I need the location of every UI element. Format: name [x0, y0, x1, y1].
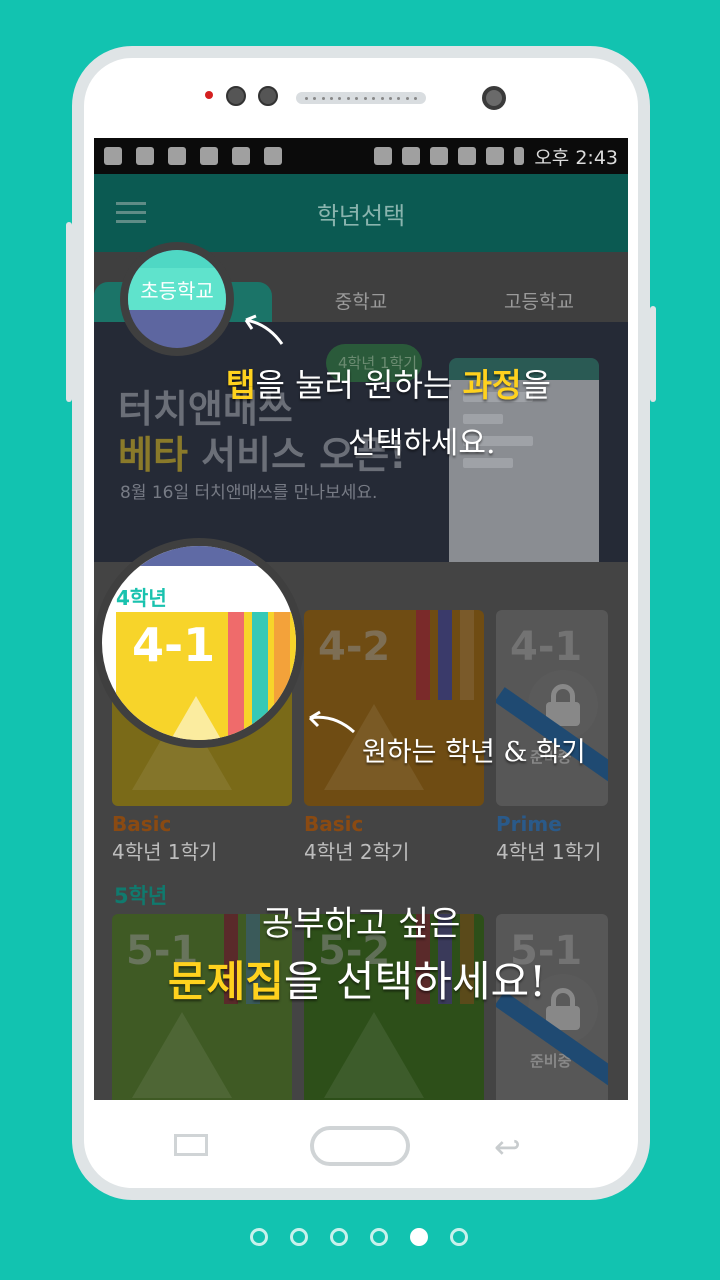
phone-power-button: [650, 306, 656, 402]
arrow-to-book-icon: [308, 710, 356, 734]
play-store-icon: [264, 147, 282, 165]
tab-high[interactable]: 고등학교: [450, 282, 628, 322]
android-debug-icon: [200, 147, 218, 165]
page-title: 학년선택: [316, 201, 406, 230]
banner-subtitle: 8월 16일 터치앤매쓰를 만나보세요.: [120, 483, 378, 503]
front-camera: [482, 86, 506, 110]
clipboard-check-icon: [232, 147, 250, 165]
status-bar: 오후 2:43: [94, 138, 628, 174]
page-dot-2[interactable]: [290, 1228, 308, 1246]
tab-middle[interactable]: 중학교: [272, 282, 450, 322]
sensor-right: [258, 86, 278, 106]
book-caption-4-2-basic: Basic 4학년 2학기: [304, 812, 410, 864]
tip-tab-caption-line2: 선택하세요.: [348, 426, 496, 461]
recent-apps-icon[interactable]: [174, 1134, 208, 1156]
book-4-1-prime[interactable]: 4-1 준비중: [496, 610, 608, 806]
page-dot-1[interactable]: [250, 1228, 268, 1246]
led-indicator: [205, 91, 213, 99]
sensor-left: [226, 86, 246, 106]
wifi-off-icon: [430, 147, 449, 165]
status-time: 오후 2:43: [534, 146, 618, 169]
earpiece-speaker: [296, 92, 426, 104]
book-caption-4-1-basic: Basic 4학년 1학기: [112, 812, 218, 864]
tip-book-caption-line2: 문제집을 선택하세요!: [168, 957, 546, 1006]
arrow-to-tab-icon: [244, 314, 284, 345]
app-bar: 학년선택: [94, 174, 628, 252]
vibrate-icon: [402, 147, 421, 165]
tip-tab-caption: 탭을 눌러 원하는 과정을: [226, 366, 551, 404]
usb-icon: [168, 147, 186, 165]
page-dot-5-active[interactable]: [410, 1228, 428, 1246]
signal-icon: [486, 147, 505, 165]
notification-100-icon: [104, 147, 122, 165]
sd-card-icon: [458, 147, 477, 165]
nfc-icon: [374, 147, 393, 165]
page-dot-3[interactable]: [330, 1228, 348, 1246]
home-button[interactable]: [310, 1126, 410, 1166]
tip-grade-caption: 원하는 학년 & 학기: [362, 737, 586, 768]
back-icon[interactable]: ↩: [494, 1128, 521, 1166]
book-magnifier: 4학년 4-1: [94, 538, 304, 748]
grade-label-5: 5학년: [114, 884, 168, 908]
tip-book-caption-line1: 공부하고 싶은: [262, 904, 461, 944]
image-icon: [136, 147, 154, 165]
book-caption-4-1-prime: Prime 4학년 1학기: [496, 812, 602, 864]
page-indicator: [250, 1228, 468, 1246]
menu-icon[interactable]: [116, 202, 146, 223]
page-dot-4[interactable]: [370, 1228, 388, 1246]
page-dot-6[interactable]: [450, 1228, 468, 1246]
phone-nav-bar: ↩: [94, 1100, 628, 1190]
battery-icon: [514, 147, 525, 165]
tab-magnifier: 초등학교: [120, 242, 234, 356]
